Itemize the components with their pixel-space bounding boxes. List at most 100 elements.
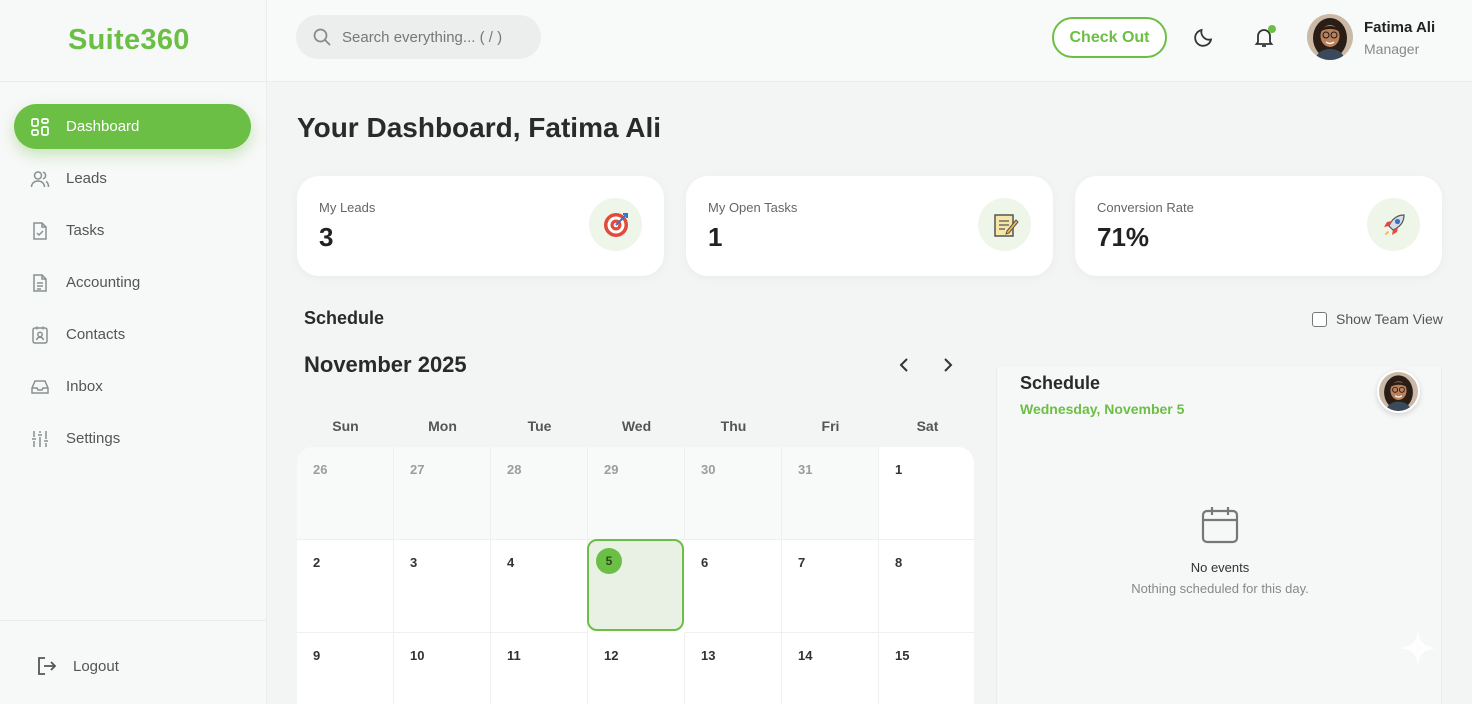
calendar-day-today[interactable]: 5	[587, 539, 684, 631]
calendar-day[interactable]: 27	[394, 447, 491, 540]
sidebar-item-tasks[interactable]: Tasks	[14, 208, 251, 253]
sidebar-item-label: Leads	[66, 170, 107, 187]
document-icon	[30, 273, 50, 293]
sidebar-item-label: Contacts	[66, 326, 126, 343]
users-icon	[30, 169, 50, 189]
checkbox-box[interactable]	[1312, 311, 1327, 327]
calendar-day[interactable]: 7	[782, 540, 879, 633]
sidebar-item-settings[interactable]: Settings	[14, 416, 251, 461]
logout-button[interactable]: Logout	[36, 655, 119, 677]
weekday-label: Sun	[332, 418, 359, 434]
calendar-day-number: 28	[507, 462, 522, 477]
calendar-day[interactable]: 10	[394, 633, 491, 704]
calendar-day[interactable]: 3	[394, 540, 491, 633]
show-team-view-checkbox[interactable]: Show Team View	[1312, 311, 1443, 327]
logout-icon	[36, 655, 58, 677]
calendar-day-number: 2	[313, 555, 321, 570]
notification-dot	[1268, 25, 1276, 33]
stat-label: Conversion Rate	[1097, 200, 1194, 215]
calendar-day[interactable]: 29	[588, 447, 685, 540]
calendar-day-number: 26	[313, 462, 328, 477]
moon-icon[interactable]	[1192, 25, 1216, 49]
top-header: Check Out Fatima Ali Manager	[267, 0, 1472, 82]
notepad-icon	[978, 198, 1031, 251]
calendar-day-number: 7	[798, 555, 806, 570]
bell-icon[interactable]	[1252, 25, 1276, 49]
calendar-day[interactable]: 26	[297, 447, 394, 540]
calendar-day[interactable]: 4	[491, 540, 588, 633]
sidebar-item-accounting[interactable]: Accounting	[14, 260, 251, 305]
sidebar-item-dashboard[interactable]: Dashboard	[14, 104, 251, 149]
calendar-day[interactable]: 9	[297, 633, 394, 704]
weekday-label: Sat	[916, 418, 939, 434]
calendar-day[interactable]: 8	[879, 540, 974, 633]
calendar-day-number: 9	[313, 648, 321, 663]
user-name: Fatima Ali	[1364, 19, 1436, 36]
calendar-day-number: 15	[895, 648, 910, 663]
calendar-day[interactable]: 11	[491, 633, 588, 704]
calendar-day-number: 1	[895, 462, 903, 477]
calendar-day[interactable]: 31	[782, 447, 879, 540]
calendar-day[interactable]: 15	[879, 633, 974, 704]
sidebar-item-label: Accounting	[66, 274, 141, 291]
search-bar[interactable]	[296, 15, 541, 59]
calendar-day-number: 10	[410, 648, 425, 663]
calendar-day[interactable]: 1	[879, 447, 974, 540]
inbox-icon	[30, 377, 50, 397]
day-panel-title: Schedule	[1020, 373, 1101, 393]
calendar-day-number: 8	[895, 555, 903, 570]
page-title: Your Dashboard, Fatima Ali	[297, 112, 662, 143]
calendar-grid: 26 27 28 29 30 31 1 2 3 4 5 6 7 8 9 10 11 12 13 14 15	[297, 447, 974, 704]
sidebar-item-leads[interactable]: Leads	[14, 156, 251, 201]
next-month-button[interactable]	[937, 354, 959, 376]
weekday-label: Thu	[720, 418, 747, 434]
calendar-day[interactable]: 28	[491, 447, 588, 540]
target-icon	[589, 198, 642, 251]
stat-card-open-tasks[interactable]: My Open Tasks 1	[686, 176, 1053, 276]
user-avatar[interactable]	[1307, 14, 1353, 60]
empty-subtitle: Nothing scheduled for this day.	[1131, 581, 1309, 596]
calendar-month-label: November 2025	[304, 352, 467, 377]
stat-card-conversion-rate[interactable]: Conversion Rate 71%	[1075, 176, 1442, 276]
day-schedule-panel: Schedule Wednesday, November 5 No events…	[996, 367, 1442, 704]
sparkle-icon	[1396, 626, 1440, 670]
sidebar-item-label: Settings	[66, 430, 121, 447]
stat-label: My Leads	[319, 200, 376, 215]
brand-logo-text[interactable]: Suite360	[68, 24, 190, 57]
logout-label: Logout	[73, 657, 119, 675]
sidebar-footer: Logout	[0, 620, 267, 704]
calendar-day-number: 30	[701, 462, 716, 477]
calendar-day-number: 13	[701, 648, 716, 663]
stat-value: 71%	[1097, 222, 1150, 252]
calendar-day[interactable]: 12	[588, 633, 685, 704]
search-input[interactable]	[342, 28, 532, 46]
sidebar-item-label: Tasks	[66, 222, 105, 239]
previous-month-button[interactable]	[893, 354, 915, 376]
avatar[interactable]	[1377, 370, 1420, 413]
calendar-day[interactable]: 13	[685, 633, 782, 704]
weekday-label: Wed	[621, 418, 652, 434]
empty-state: No events Nothing scheduled for this day…	[997, 505, 1443, 596]
sidebar-item-contacts[interactable]: Contacts	[14, 312, 251, 357]
calendar-day[interactable]: 14	[782, 633, 879, 704]
calendar-day-number: 3	[410, 555, 418, 570]
brand: Suite360	[0, 0, 266, 82]
stat-value: 3	[319, 222, 334, 252]
search-icon	[312, 27, 332, 47]
calendar-day[interactable]: 30	[685, 447, 782, 540]
sidebar-item-inbox[interactable]: Inbox	[14, 364, 251, 409]
stat-card-leads[interactable]: My Leads 3	[297, 176, 664, 276]
dashboard-icon	[30, 117, 50, 137]
contact-card-icon	[30, 325, 50, 345]
team-view-label: Show Team View	[1336, 311, 1443, 327]
calendar-day[interactable]: 2	[297, 540, 394, 633]
task-icon	[30, 221, 50, 241]
sliders-icon	[30, 429, 50, 449]
calendar-day-number: 29	[604, 462, 619, 477]
calendar-day-number: 12	[604, 648, 619, 663]
check-out-button[interactable]: Check Out	[1052, 17, 1167, 58]
calendar-day-number: 31	[798, 462, 813, 477]
calendar-day[interactable]: 6	[685, 540, 782, 633]
sidebar: Suite360 Dashboard Leads Tasks Accountin…	[0, 0, 267, 704]
calendar-day-number: 27	[410, 462, 425, 477]
